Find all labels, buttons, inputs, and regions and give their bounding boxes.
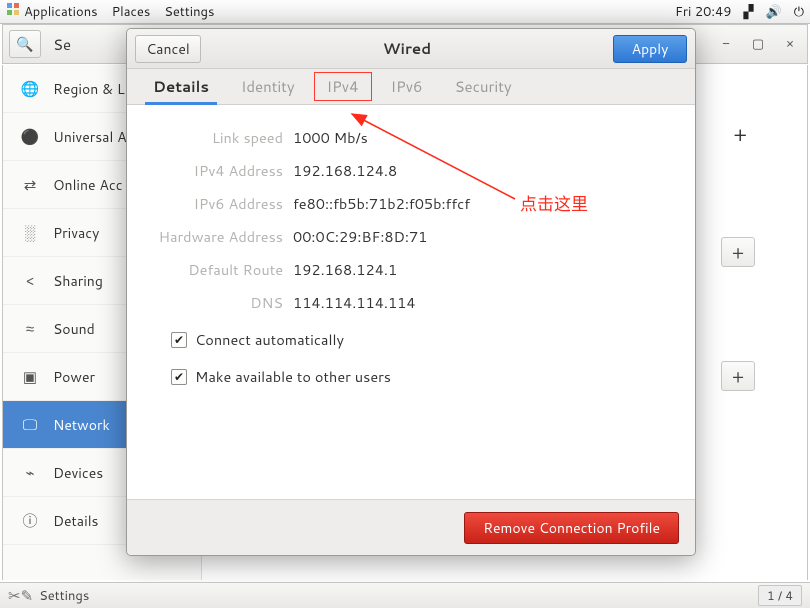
- volume-tray-icon[interactable]: 🔊: [766, 3, 782, 21]
- sidebar-item-label: Sound: [53, 319, 95, 339]
- sidebar-item-label: Sharing: [53, 271, 103, 291]
- detail-row: Hardware Address 00:0C:29:BF:8D:71: [153, 226, 669, 247]
- applications-label: Applications: [24, 3, 98, 21]
- tab-ipv4[interactable]: IPv4: [311, 69, 375, 104]
- annotation-text: 点击这里: [520, 190, 588, 216]
- page-indicator[interactable]: 1 / 4: [758, 585, 802, 606]
- sidebar-icon: ⚫: [21, 126, 39, 147]
- checkbox-label: Connect automatically: [195, 329, 344, 350]
- cancel-button[interactable]: Cancel: [135, 35, 201, 63]
- apps-icon: [6, 2, 20, 16]
- search-button[interactable]: 🔍: [9, 30, 41, 58]
- detail-value: 192.168.124.8: [293, 160, 397, 181]
- detail-row: Default Route 192.168.124.1: [153, 259, 669, 280]
- dialog-footer: Remove Connection Profile: [127, 499, 695, 555]
- sidebar-item-label: Devices: [53, 463, 103, 483]
- detail-value: fe80::fb5b:71b2:f05b:ffcf: [293, 193, 470, 214]
- tools-icon: ✂✎: [8, 585, 33, 606]
- checkbox-icon: ✔: [171, 369, 187, 385]
- sidebar-icon: 🖵: [21, 414, 39, 435]
- detail-row: Link speed 1000 Mb/s: [153, 127, 669, 148]
- checkbox-icon: ✔: [171, 332, 187, 348]
- headerbar-title: Se: [53, 34, 71, 55]
- sidebar-icon: ≈: [21, 318, 39, 339]
- sidebar-icon: ▣: [21, 366, 39, 387]
- sidebar-item-label: Privacy: [53, 223, 99, 243]
- detail-row: DNS 114.114.114.114: [153, 292, 669, 313]
- make-available-checkbox[interactable]: ✔ Make available to other users: [171, 366, 669, 387]
- search-icon: 🔍: [16, 34, 33, 54]
- tab-ipv6[interactable]: IPv6: [375, 69, 439, 104]
- detail-label: Hardware Address: [153, 226, 283, 247]
- status-bar: ✂✎ Settings 1 / 4: [0, 582, 810, 608]
- sidebar-item-label: Online Acc: [53, 175, 123, 195]
- sidebar-icon: ⌁: [21, 462, 39, 483]
- detail-row: IPv6 Address fe80::fb5b:71b2:f05b:ffcf: [153, 193, 669, 214]
- detail-row: IPv4 Address 192.168.124.8: [153, 160, 669, 181]
- window-close[interactable]: ×: [779, 33, 801, 55]
- detail-value: 1000 Mb/s: [293, 127, 368, 148]
- sidebar-item-label: Details: [53, 511, 99, 531]
- checkbox-label: Make available to other users: [195, 366, 391, 387]
- connection-settings-dialog: Cancel Wired Apply DetailsIdentityIPv4IP…: [126, 28, 696, 556]
- add-proxy-button[interactable]: +: [721, 361, 755, 391]
- detail-label: DNS: [153, 292, 283, 313]
- connect-automatically-checkbox[interactable]: ✔ Connect automatically: [171, 329, 669, 350]
- dialog-tabs: DetailsIdentityIPv4IPv6Security: [127, 69, 695, 105]
- detail-label: IPv4 Address: [153, 160, 283, 181]
- add-wired-icon[interactable]: +: [733, 121, 747, 149]
- window-minimize[interactable]: −: [715, 33, 737, 55]
- power-tray-icon[interactable]: ⏻: [794, 3, 804, 21]
- sidebar-icon: ⓘ: [21, 510, 39, 531]
- detail-value: 192.168.124.1: [293, 259, 397, 280]
- apply-button[interactable]: Apply: [613, 35, 687, 63]
- top-menubar: Applications Places Settings Fri 20:49 ▞…: [0, 0, 810, 24]
- places-menu[interactable]: Places: [112, 3, 151, 21]
- sidebar-icon: ░: [21, 222, 39, 243]
- settings-menu[interactable]: Settings: [164, 3, 214, 21]
- sidebar-icon: 🌐: [21, 78, 39, 99]
- detail-label: Default Route: [153, 259, 283, 280]
- clock: Fri 20:49: [675, 3, 732, 21]
- dialog-title: Wired: [201, 38, 613, 59]
- sidebar-icon: ⇄: [21, 174, 39, 195]
- add-vpn-button[interactable]: +: [721, 237, 755, 267]
- statusbar-label: Settings: [39, 587, 89, 605]
- network-tray-icon[interactable]: ▞: [744, 3, 754, 21]
- detail-label: Link speed: [153, 127, 283, 148]
- details-panel: Link speed 1000 Mb/s IPv4 Address 192.168.1…: [127, 105, 695, 401]
- detail-value: 114.114.114.114: [293, 292, 416, 313]
- detail-value: 00:0C:29:BF:8D:71: [293, 226, 427, 247]
- sidebar-item-label: Universal A: [53, 127, 127, 147]
- applications-menu[interactable]: Applications: [6, 2, 98, 21]
- sidebar-icon: <: [21, 270, 39, 291]
- dialog-headerbar: Cancel Wired Apply: [127, 29, 695, 69]
- remove-profile-button[interactable]: Remove Connection Profile: [464, 512, 679, 544]
- tab-details[interactable]: Details: [137, 69, 225, 104]
- sidebar-item-label: Region & L: [53, 79, 125, 99]
- tab-security[interactable]: Security: [439, 69, 528, 104]
- sidebar-item-label: Power: [53, 367, 95, 387]
- window-maximize[interactable]: ▢: [747, 33, 769, 55]
- tab-identity[interactable]: Identity: [225, 69, 311, 104]
- detail-label: IPv6 Address: [153, 193, 283, 214]
- sidebar-item-label: Network: [53, 415, 110, 435]
